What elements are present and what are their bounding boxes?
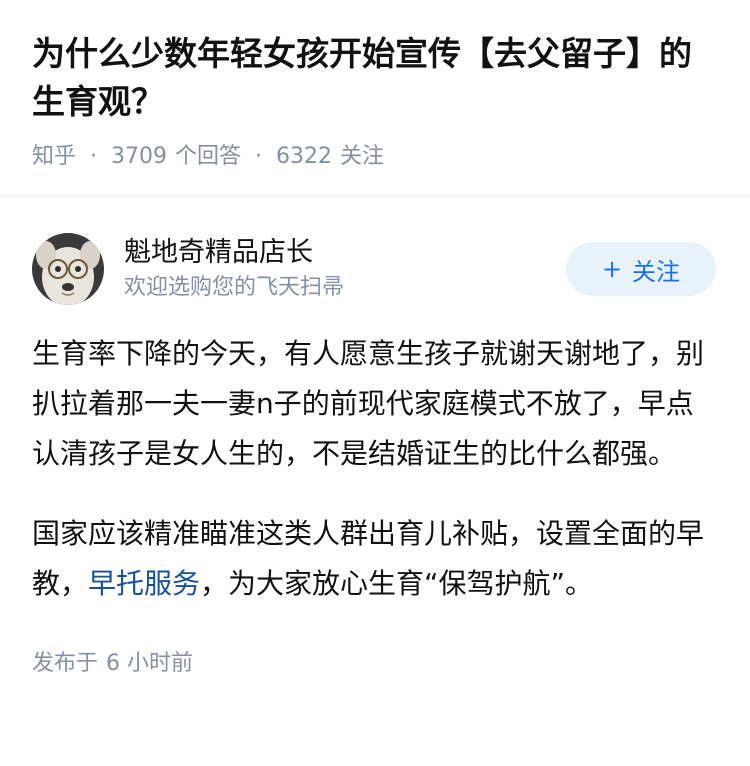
answer-count-value: 3709 [111,144,168,169]
author-info: 魁地奇精品店长 欢迎选购您的飞天扫帚 [124,235,566,303]
early-childcare-link[interactable]: 早托服务 [88,567,200,600]
publish-label: 发布于 [32,651,99,676]
question-meta: 知乎 · 3709 个回答 · 6322 关注 [32,142,718,172]
source-label[interactable]: 知乎 [32,142,76,172]
author-row: 魁地奇精品店长 欢迎选购您的飞天扫帚 + 关注 [32,233,718,305]
author-bio: 欢迎选购您的飞天扫帚 [124,275,345,300]
section-divider [0,196,750,197]
answer-count[interactable]: 3709 个回答 [111,142,241,172]
follow-label: 关注 [632,257,681,286]
answer-count-label: 个回答 [175,144,242,169]
follower-count-value: 6322 [276,144,333,169]
meta-separator: · [255,144,263,169]
answer-paragraph-1: 生育率下降的今天，有人愿意生孩子就谢天谢地了，别扒拉着那一夫一妻n子的前现代家庭… [32,337,705,470]
plus-icon: + [601,255,623,283]
follow-button[interactable]: + 关注 [566,242,716,296]
answer-card: 魁地奇精品店长 欢迎选购您的飞天扫帚 + 关注 生育率下降的今天，有人愿意生孩子… [0,233,750,679]
answer-body: 生育率下降的今天，有人愿意生孩子就谢天谢地了，别扒拉着那一夫一妻n子的前现代家庭… [32,329,718,609]
author-avatar[interactable] [32,233,104,305]
meta-separator: · [90,144,98,169]
publish-time-value: 6 小时前 [106,651,194,676]
follower-count[interactable]: 6322 关注 [276,142,384,172]
follower-count-label: 关注 [340,144,385,169]
author-name[interactable]: 魁地奇精品店长 [124,235,566,271]
publish-time: 发布于 6 小时前 [32,649,718,679]
question-header: 为什么少数年轻女孩开始宣传【去父留子】的生育观？ 知乎 · 3709 个回答 · … [0,0,750,170]
answer-paragraph-2: 国家应该精准瞄准这类人群出育儿补贴，设置全面的早教，早托服务，为大家放心生育“保… [32,509,718,609]
dog-with-glasses-avatar-icon [32,233,104,305]
question-title[interactable]: 为什么少数年轻女孩开始宣传【去父留子】的生育观？ [32,30,718,126]
paragraph-2-text-after: ，为大家放心生育“保驾护航”。 [200,567,594,600]
